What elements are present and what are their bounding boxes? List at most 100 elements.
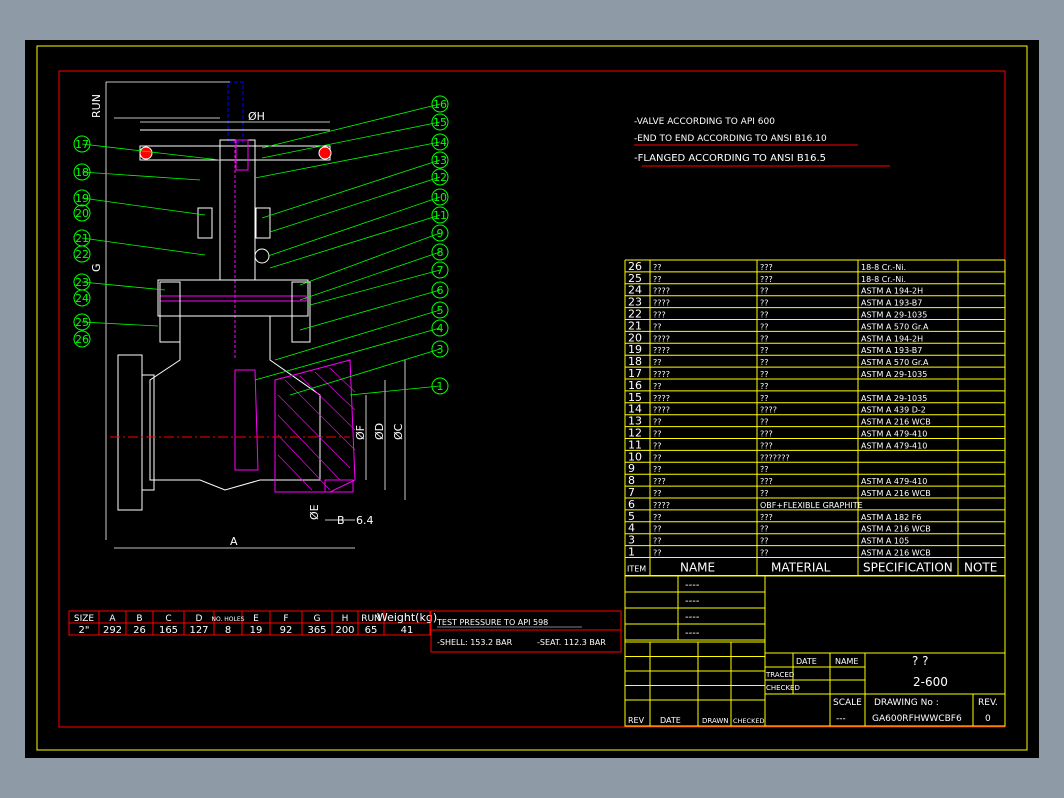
bom-material-cell: ?? [760, 311, 769, 320]
bom-name-cell: ?? [653, 418, 662, 427]
bom-spec-cell: ASTM A 182 F6 [861, 513, 921, 522]
bom-name-cell: ?? [653, 322, 662, 331]
rev-dash: ---- [685, 628, 700, 639]
balloon-label: 13 [433, 154, 447, 167]
tb-rev-label: REV. [978, 698, 998, 708]
bom-name-cell: ?? [653, 263, 662, 272]
bom-material-cell: ??? [760, 275, 773, 284]
dim-of: ØF [354, 425, 367, 440]
bom-material-cell: ??? [760, 263, 773, 272]
bom-spec-cell: 18-8 Cr.-Ni. [861, 263, 906, 272]
balloon-label: 10 [433, 191, 447, 204]
bom-material-cell: ?? [760, 489, 769, 498]
balloon-label: 1 [437, 380, 444, 393]
bom-name-cell: ?? [653, 275, 662, 284]
bom-spec-cell: ASTM A 29-1035 [861, 370, 927, 379]
bom-spec-cell: ASTM A 105 [861, 537, 909, 546]
bom-header-material: MATERIAL [771, 561, 831, 575]
dim-oh: ØH [248, 110, 265, 123]
tb-name-label: NAME [835, 657, 858, 666]
dim-6-4: 6.4 [356, 514, 374, 527]
bom-material-cell: ??? [760, 430, 773, 439]
bom-name-cell: ???? [653, 501, 670, 510]
bom-spec-cell: ASTM A 29-1035 [861, 394, 927, 403]
bom-material-cell: ?? [760, 287, 769, 296]
dim-od: ØD [373, 423, 386, 440]
rev-col-checked: CHECKED [733, 717, 764, 725]
bom-name-cell: ?? [653, 382, 662, 391]
balloon-label: 19 [75, 192, 89, 205]
bom-spec-cell: ASTM A 570 Gr.A [861, 358, 929, 367]
bom-spec-cell: ASTM A 479-410 [861, 477, 927, 486]
dimtable-header: C [165, 614, 171, 624]
balloon-label: 18 [75, 166, 89, 179]
bom-material-cell: ?? [760, 465, 769, 474]
bom-name-cell: ?? [653, 549, 662, 558]
bom-spec-cell: ASTM A 216 WCB [861, 525, 931, 534]
bom-material-cell: ??? [760, 477, 773, 486]
bom-name-cell: ?? [653, 430, 662, 439]
bom-header-item: ITEM [627, 565, 646, 574]
dim-a: A [230, 535, 238, 548]
balloon-label: 4 [437, 322, 444, 335]
bom-material-cell: ?? [760, 370, 769, 379]
bom-material-cell: ??? [760, 513, 773, 522]
bom-name-cell: ??? [653, 477, 666, 486]
rev-col-date: DATE [660, 716, 681, 725]
bom-spec-cell: ASTM A 193-B7 [861, 346, 922, 355]
bom-name-cell: ???? [653, 394, 670, 403]
bom-item-cell: 1 [628, 546, 635, 559]
bom-name-cell: ???? [653, 346, 670, 355]
bom-name-cell: ???? [653, 406, 670, 415]
dim-g: G [90, 263, 103, 272]
bom-material-cell: ?? [760, 394, 769, 403]
bom-material-cell: ?? [760, 322, 769, 331]
tb-traced-label: TRACED [765, 671, 794, 679]
bom-spec-cell: 18-8 Cr.-Ni. [861, 275, 906, 284]
bom-name-cell: ?? [653, 489, 662, 498]
dimtable-value: 19 [250, 625, 263, 636]
bom-name-cell: ??? [653, 311, 666, 320]
bom-material-cell: ?? [760, 549, 769, 558]
bom-material-cell: ?? [760, 537, 769, 546]
bom-header-note: NOTE [964, 561, 997, 575]
note-line-3: -FLANGED ACCORDING TO ANSI B16.5 [634, 153, 826, 164]
bom-spec-cell: ASTM A 216 WCB [861, 418, 931, 427]
balloon-label: 22 [75, 248, 89, 261]
dimtable-value: 292 [103, 625, 122, 636]
balloon-label: 21 [75, 232, 89, 245]
bom-material-cell: ???? [760, 406, 777, 415]
bom-name-cell: ?? [653, 537, 662, 546]
bom-header-spec: SPECIFICATION [863, 561, 953, 575]
bom-name-cell: ?? [653, 441, 662, 450]
bom-material-cell: ??????? [760, 453, 790, 462]
balloon-label: 24 [75, 292, 89, 305]
balloon-label: 26 [75, 333, 89, 346]
balloon-label: 20 [75, 207, 89, 220]
bom-name-cell: ?? [653, 453, 662, 462]
tb-scale-value: --- [836, 714, 846, 724]
tb-scale-label: SCALE [833, 698, 862, 708]
balloon-label: 6 [437, 284, 444, 297]
bom-material-cell: ??? [760, 441, 773, 450]
bom-material-cell: ?? [760, 346, 769, 355]
bom-material-cell: ?? [760, 418, 769, 427]
bom-spec-cell: ASTM A 479-410 [861, 430, 927, 439]
balloon-label: 9 [437, 227, 444, 240]
balloon-label: 15 [433, 116, 447, 129]
bom-spec-cell: ASTM A 193-B7 [861, 299, 922, 308]
balloon-label: 3 [437, 343, 444, 356]
dimtable-header: D [196, 614, 203, 624]
test-title: TEST PRESSURE TO API 598 [436, 618, 548, 627]
bom-material-cell: OBF+FLEXIBLE GRAPHITE [760, 501, 863, 510]
dimtable-header: Weight(kg) [377, 611, 437, 624]
dim-run: RUN [90, 94, 103, 118]
balloon-label: 12 [433, 171, 447, 184]
dimtable-value: 8 [225, 625, 231, 636]
bom-name-cell: ???? [653, 334, 670, 343]
bom-spec-cell: ASTM A 194-2H [861, 287, 923, 296]
bom-name-cell: ?? [653, 513, 662, 522]
balloon-label: 5 [437, 304, 444, 317]
bom-name-cell: ?? [653, 525, 662, 534]
bom-spec-cell: ASTM A 570 Gr.A [861, 322, 929, 331]
